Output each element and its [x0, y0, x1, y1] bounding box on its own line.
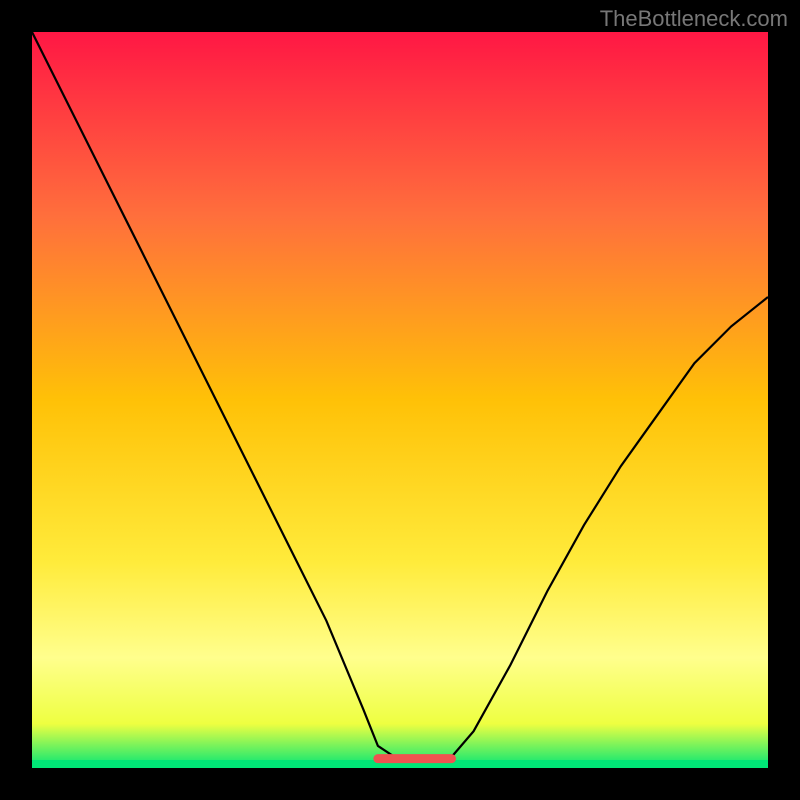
chart-background	[32, 32, 768, 768]
chart-svg	[32, 32, 768, 768]
bottleneck-chart	[32, 32, 768, 768]
watermark-text: TheBottleneck.com	[600, 6, 788, 32]
